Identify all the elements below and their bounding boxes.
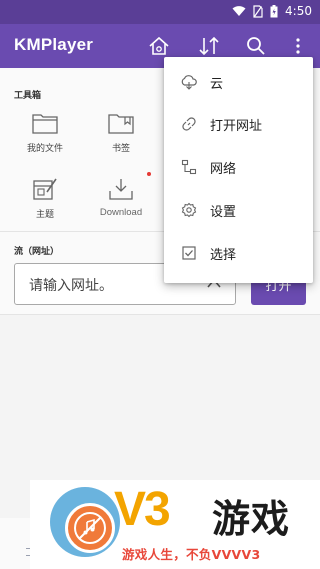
search-button[interactable] (244, 34, 268, 58)
brand-name: 游戏 (212, 497, 291, 541)
menu-item-label: 云 (210, 76, 224, 92)
menu-item-label: 选择 (210, 247, 237, 263)
gear-icon (181, 202, 197, 218)
no-sim-icon (253, 4, 263, 18)
tool-bookmarks[interactable]: 书签 (86, 108, 156, 154)
tool-my-files[interactable]: 我的文件 (10, 108, 80, 154)
toolbox-label: 工具箱 (14, 91, 42, 101)
brand-slogan: 游戏人生，不负VVVV3 (122, 547, 261, 562)
sort-button[interactable] (197, 34, 221, 58)
tool-label: 我的文件 (26, 144, 63, 154)
status-bar: 4:50 (0, 0, 320, 24)
cloud-icon (181, 75, 197, 90)
clock-text: 4:50 (285, 4, 312, 18)
brand-mark: V3 (114, 483, 171, 536)
wifi-icon (232, 5, 246, 17)
menu-item-label: 打开网址 (210, 118, 263, 134)
menu-item-network[interactable]: 网络 (164, 146, 313, 188)
menu-item-open-url[interactable]: 打开网址 (164, 103, 313, 145)
menu-item-label: 网络 (210, 161, 237, 177)
theme-icon (33, 178, 57, 200)
checkbox-icon (182, 246, 196, 260)
tool-label: 主题 (35, 210, 54, 220)
menu-item-label: 设置 (210, 204, 237, 220)
music-disc-icon (65, 503, 115, 553)
url-input-placeholder: 请输入网址。 (29, 278, 113, 294)
home-settings-button[interactable] (147, 34, 171, 58)
sort-icon (199, 36, 219, 56)
menu-item-select[interactable]: 选择 (164, 232, 313, 274)
tool-theme[interactable]: 主题 (10, 174, 80, 220)
more-vertical-icon (296, 38, 300, 54)
bookmark-folder-icon (108, 114, 134, 134)
network-icon (181, 159, 197, 175)
battery-icon (270, 4, 278, 18)
tool-label: 书签 (111, 144, 130, 154)
more-options-button[interactable] (286, 34, 310, 58)
tool-label: Download (99, 207, 143, 218)
link-icon (182, 117, 196, 131)
tool-download[interactable]: Download (86, 174, 156, 218)
download-icon (109, 179, 133, 200)
folder-icon (32, 114, 58, 134)
stream-label: 流（网址） (14, 247, 60, 257)
menu-item-settings[interactable]: 设置 (164, 189, 313, 231)
home-gear-icon (149, 36, 169, 55)
notification-dot (147, 172, 151, 176)
overflow-menu: 云 打开网址 网络 设置 选择 (164, 57, 313, 283)
search-icon (247, 37, 265, 55)
watermark-banner: V3 游戏 游戏人生，不负VVVV3 (30, 480, 320, 569)
app-title: KMPlayer (14, 35, 94, 54)
menu-item-cloud[interactable]: 云 (164, 61, 313, 103)
